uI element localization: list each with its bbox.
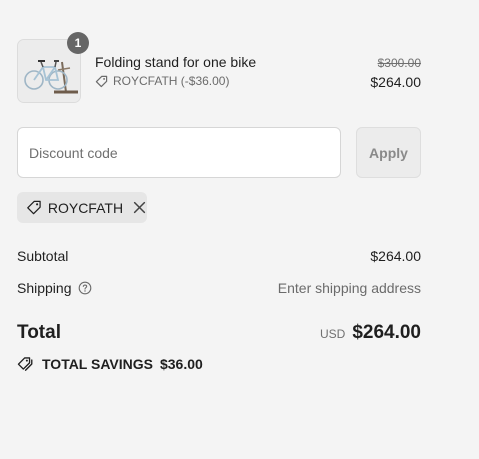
total-savings: TOTAL SAVINGS $36.00 — [17, 356, 203, 372]
discount-code-input[interactable] — [17, 127, 341, 178]
shipping-label: Shipping — [17, 280, 72, 296]
original-price: $300.00 — [377, 56, 421, 70]
savings-label: TOTAL SAVINGS — [42, 356, 153, 372]
line-item: 1 Folding stand for one bike ROYCFATH (-… — [17, 32, 421, 103]
final-price: $264.00 — [370, 74, 421, 90]
close-icon — [133, 201, 146, 214]
shipping-value: Enter shipping address — [277, 280, 421, 296]
apply-discount-button[interactable]: Apply — [356, 127, 421, 178]
help-circle-icon[interactable] — [78, 281, 92, 295]
total-value-group: USD $264.00 — [320, 322, 421, 344]
subtotal-label: Subtotal — [17, 248, 69, 264]
line-item-discount-label: ROYCFATH (-$36.00) — [113, 74, 230, 88]
product-thumbnail: 1 — [17, 32, 89, 103]
remove-discount-button[interactable] — [132, 200, 147, 216]
currency-code: USD — [319, 327, 346, 341]
subtotal-value: $264.00 — [370, 248, 421, 264]
product-title: Folding stand for one bike — [95, 54, 257, 70]
applied-discount-chip: ROYCFATH — [17, 192, 147, 223]
total-row: Total USD $264.00 — [17, 322, 421, 348]
total-label: Total — [17, 322, 61, 343]
applied-discount-code: ROYCFATH — [47, 199, 124, 216]
quantity-badge: 1 — [67, 32, 89, 54]
tags-icon — [17, 357, 33, 371]
tag-icon — [95, 75, 108, 87]
savings-amount: $36.00 — [159, 356, 203, 372]
tag-icon — [27, 200, 41, 215]
line-item-discount: ROYCFATH (-$36.00) — [95, 74, 229, 88]
total-amount: $264.00 — [352, 322, 421, 343]
shipping-label-group: Shipping — [17, 280, 92, 296]
